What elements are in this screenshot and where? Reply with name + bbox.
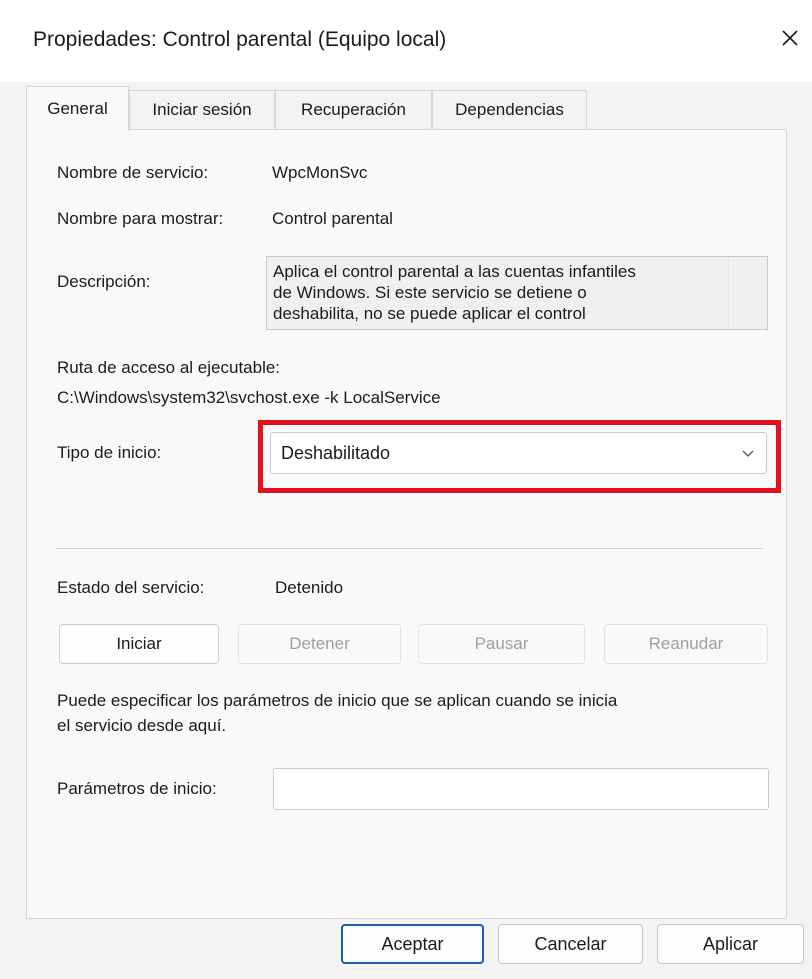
description-label: Descripción: (57, 272, 151, 291)
window-title: Propiedades: Control parental (Equipo lo… (33, 28, 447, 51)
close-button[interactable] (770, 18, 810, 58)
hint-text-line2: el servicio desde aquí. (57, 716, 227, 735)
stop-button[interactable]: Detener (238, 624, 401, 664)
title-bar: Propiedades: Control parental (Equipo lo… (0, 0, 812, 82)
tab-general[interactable]: General (26, 86, 129, 131)
cancel-button[interactable]: Cancelar (498, 924, 643, 964)
service-status-label: Estado del servicio: (57, 578, 205, 597)
close-icon (782, 30, 798, 46)
tab-iniciar-sesion[interactable]: Iniciar sesión (129, 90, 275, 129)
tab-recuperacion[interactable]: Recuperación (275, 90, 432, 129)
chevron-down-icon (742, 450, 754, 457)
tab-dependencias-label: Dependencias (455, 100, 564, 119)
hint-text-line1: Puede especificar los parámetros de inic… (57, 691, 618, 710)
resume-button[interactable]: Reanudar (604, 624, 768, 664)
description-scrollbar[interactable] (728, 257, 767, 329)
start-params-input[interactable] (273, 768, 769, 810)
display-name-label: Nombre para mostrar: (57, 209, 224, 228)
path-value: C:\Windows\system32\svchost.exe -k Local… (57, 388, 441, 407)
service-name-value: WpcMonSvc (272, 163, 368, 182)
description-line: de Windows. Si este servicio se detiene … (273, 283, 587, 302)
tab-iniciar-sesion-label: Iniciar sesión (152, 100, 252, 119)
startup-type-dropdown[interactable]: Deshabilitado (270, 432, 767, 474)
tab-general-label: General (47, 99, 108, 118)
display-name-value: Control parental (272, 209, 393, 228)
ok-button[interactable]: Aceptar (341, 924, 484, 964)
service-name-label: Nombre de servicio: (57, 163, 209, 182)
window-left-edge (0, 82, 8, 979)
description-box[interactable]: Aplica el control parental a las cuentas… (266, 256, 768, 330)
service-status-value: Detenido (275, 578, 344, 597)
tab-recuperacion-label: Recuperación (301, 100, 406, 119)
tab-dependencias[interactable]: Dependencias (432, 90, 587, 129)
path-label: Ruta de acceso al ejecutable: (57, 358, 281, 377)
start-button[interactable]: Iniciar (59, 624, 219, 664)
apply-button[interactable]: Aplicar (657, 924, 804, 964)
description-text: Aplica el control parental a las cuentas… (273, 261, 733, 324)
description-line: Aplica el control parental a las cuentas… (273, 262, 636, 281)
pause-button[interactable]: Pausar (418, 624, 585, 664)
separator (56, 548, 763, 549)
startup-type-label: Tipo de inicio: (57, 443, 162, 462)
startup-type-value: Deshabilitado (281, 443, 391, 463)
start-params-label: Parámetros de inicio: (57, 779, 217, 798)
description-line: deshabilita, no se puede aplicar el cont… (273, 304, 586, 323)
